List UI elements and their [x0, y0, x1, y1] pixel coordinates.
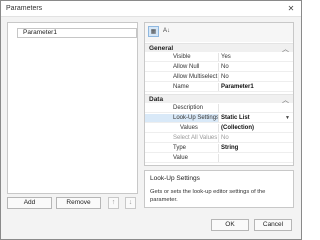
- property-name: Look-Up Settings: [145, 114, 219, 122]
- parameter-list[interactable]: Parameter1: [7, 22, 138, 194]
- property-value[interactable]: Parameter1: [220, 83, 292, 91]
- alphabetical-icon[interactable]: A↓: [161, 26, 172, 37]
- property-name: Select All Values: [145, 134, 219, 142]
- category-general[interactable]: General ︿: [145, 43, 293, 53]
- categorized-icon[interactable]: ▦: [148, 26, 159, 37]
- remove-button[interactable]: Remove: [56, 197, 101, 209]
- property-name: Name: [145, 83, 219, 91]
- property-grid: ▦ A↓ General ︿ Visible Yes Allow Null No…: [144, 22, 294, 166]
- cancel-button[interactable]: Cancel: [254, 219, 292, 231]
- property-row-look-up-settings[interactable]: ﹀ Look-Up Settings Static List ▼: [145, 114, 293, 123]
- property-row-visible[interactable]: Visible Yes: [145, 53, 293, 62]
- property-name: Allow Multiselect: [145, 73, 219, 81]
- property-row-select-all-values[interactable]: Select All Values No: [145, 134, 293, 143]
- property-row-value[interactable]: Value: [145, 154, 293, 163]
- property-value[interactable]: String: [220, 144, 292, 152]
- property-name: Values: [145, 124, 219, 132]
- property-row-values[interactable]: Values (Collection): [145, 124, 293, 133]
- property-name: Visible: [145, 53, 219, 61]
- add-button[interactable]: Add: [7, 197, 52, 209]
- category-general-label: General: [149, 45, 174, 52]
- property-row-name[interactable]: Name Parameter1: [145, 83, 293, 92]
- title-bar: Parameters ✕: [1, 1, 301, 17]
- property-value[interactable]: No: [220, 73, 292, 81]
- arrow-down-icon: ↓: [128, 199, 133, 206]
- arrow-up-icon: ↑: [111, 199, 116, 206]
- property-value[interactable]: Yes: [220, 53, 292, 61]
- property-value[interactable]: No: [220, 134, 292, 142]
- category-data[interactable]: Data ︿: [145, 94, 293, 104]
- property-name: Value: [145, 154, 219, 162]
- property-value[interactable]: (Collection): [220, 124, 292, 132]
- property-row-type[interactable]: Type String: [145, 144, 293, 153]
- close-button[interactable]: ✕: [281, 1, 301, 16]
- dropdown-arrow-icon[interactable]: ▼: [285, 114, 290, 122]
- property-name: Allow Null: [145, 63, 219, 71]
- property-grid-toolbar: ▦ A↓: [145, 23, 293, 42]
- property-value[interactable]: [220, 104, 292, 112]
- description-panel: Look-Up Settings Gets or sets the look-u…: [144, 170, 294, 208]
- description-text: Gets or sets the look-up editor settings…: [150, 189, 266, 203]
- category-data-label: Data: [149, 96, 164, 103]
- property-row-allow-null[interactable]: Allow Null No: [145, 63, 293, 72]
- property-name: Description: [145, 104, 219, 112]
- ok-button[interactable]: OK: [211, 219, 249, 231]
- window-title: Parameters: [6, 5, 43, 12]
- parameters-dialog: Parameters ✕ Parameter1 Add Remove ↑ ↓ ▦…: [0, 0, 302, 240]
- move-up-button[interactable]: ↑: [108, 197, 119, 209]
- move-down-button[interactable]: ↓: [125, 197, 136, 209]
- property-value[interactable]: Static List: [220, 114, 292, 122]
- property-row-description[interactable]: Description: [145, 104, 293, 113]
- parameter-list-item[interactable]: Parameter1: [17, 28, 137, 38]
- description-title: Look-Up Settings: [150, 175, 200, 182]
- property-value[interactable]: No: [220, 63, 292, 71]
- property-row-allow-multiselect[interactable]: Allow Multiselect No: [145, 73, 293, 82]
- property-name: Type: [145, 144, 219, 152]
- property-value[interactable]: [220, 154, 292, 162]
